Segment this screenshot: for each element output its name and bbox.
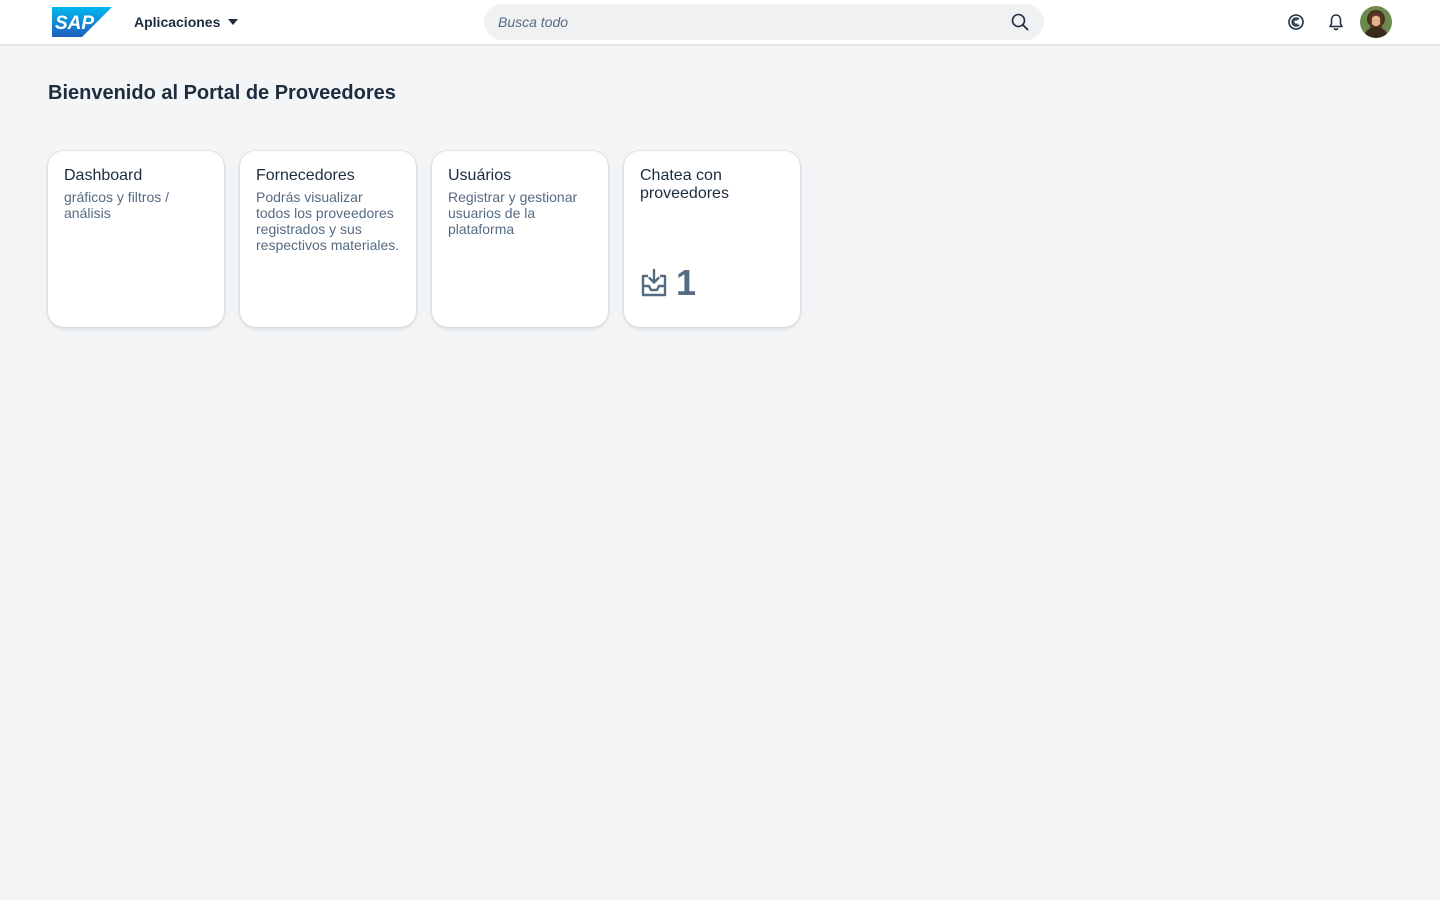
tile-title: Dashboard bbox=[64, 167, 143, 184]
tile-subtitle: Podrás visualizar todos los proveedores … bbox=[256, 189, 400, 253]
tile-chat-proveedores[interactable]: Chatea con proveedores 1 bbox=[624, 151, 800, 327]
apps-menu-label: Aplicaciones bbox=[134, 14, 221, 30]
sap-logo-graphic: SAP bbox=[52, 7, 112, 37]
bell-icon[interactable] bbox=[1326, 12, 1346, 32]
search-field bbox=[484, 4, 1044, 40]
tile-usuarios[interactable]: Usuários Registrar y gestionar usuarios … bbox=[432, 151, 608, 327]
apps-menu-button[interactable]: Aplicaciones bbox=[134, 12, 239, 32]
sap-logo-text: SAP bbox=[55, 13, 94, 34]
tile-title: Usuários bbox=[448, 167, 512, 184]
tile-fornecedores[interactable]: Fornecedores Podrás visualizar todos los… bbox=[240, 151, 416, 327]
search-icon[interactable] bbox=[1010, 12, 1030, 32]
tile-title: Fornecedores bbox=[256, 167, 355, 184]
caret-down-icon bbox=[228, 19, 239, 25]
tile-dashboard[interactable]: Dashboard gráficos y filtros / análisis bbox=[48, 151, 224, 327]
tile-container: Dashboard gráficos y filtros / análisis … bbox=[48, 151, 800, 327]
tile-kpi-value: 1 bbox=[676, 262, 697, 303]
tile-subtitle: Registrar y gestionar usuarios de la pla… bbox=[448, 189, 578, 237]
sap-logo[interactable]: SAP bbox=[52, 7, 112, 37]
shell-bar: SAP Aplicaciones bbox=[0, 0, 1440, 44]
user-avatar[interactable] bbox=[1360, 6, 1392, 38]
tile-kpi: 1 bbox=[640, 265, 696, 301]
avatar-image bbox=[1360, 6, 1392, 38]
tile-title: Chatea con proveedores bbox=[640, 167, 729, 202]
tile-subtitle: gráficos y filtros / análisis bbox=[64, 189, 170, 221]
inbox-download-icon bbox=[640, 268, 668, 298]
search-input[interactable] bbox=[498, 14, 1010, 30]
page-title: Bienvenido al Portal de Proveedores bbox=[48, 82, 396, 104]
copilot-icon[interactable] bbox=[1286, 12, 1306, 32]
